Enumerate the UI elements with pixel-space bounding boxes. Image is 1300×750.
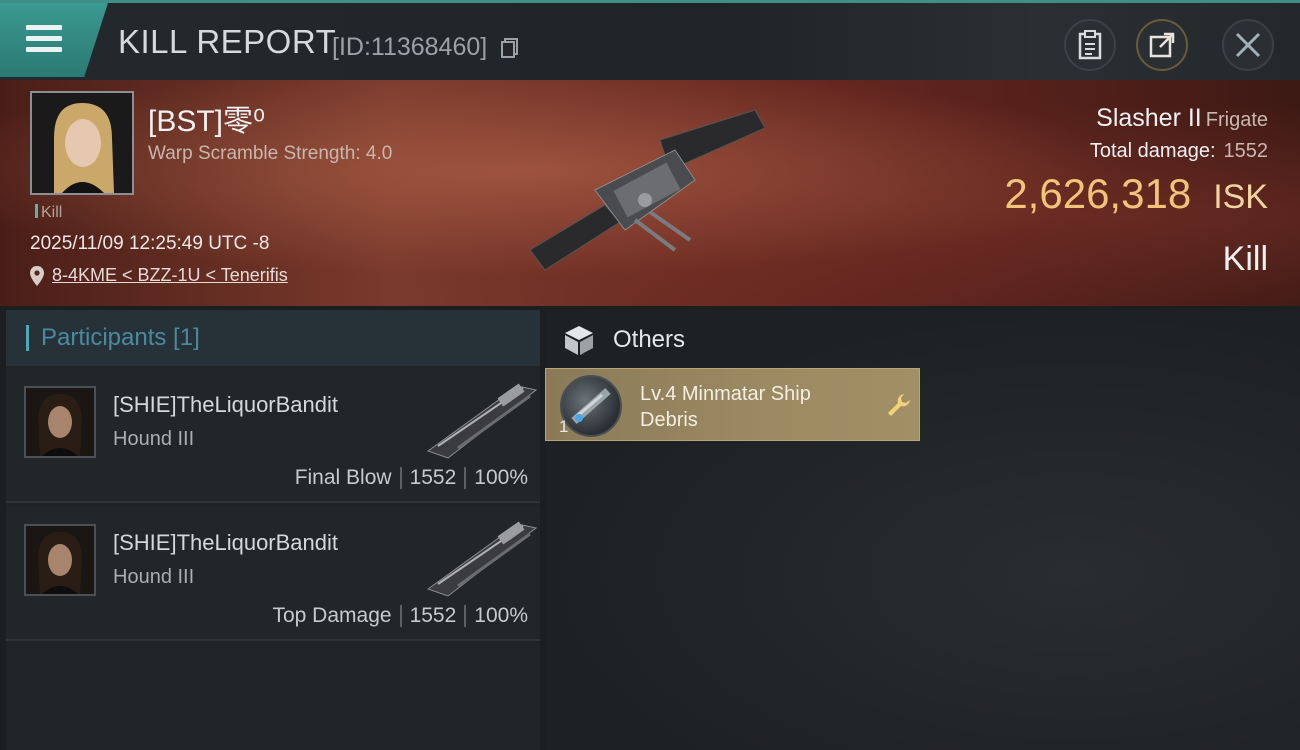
copy-icon[interactable] [500,37,520,59]
participant-ship-image [426,383,538,459]
wrench-icon[interactable] [886,392,912,418]
clipboard-icon [1078,30,1102,60]
top-bar: KILL REPORT [ID:11368460] [0,0,1300,80]
others-panel: Others 1 Lv.4 Minmatar Ship Debris [545,310,1300,750]
share-button[interactable] [1136,19,1188,71]
participant-stats: Final Blow 1552 100% [295,466,528,490]
kill-tag: Kill [35,204,62,222]
clipboard-button[interactable] [1064,19,1116,71]
divider [464,467,467,489]
close-button[interactable] [1222,19,1274,71]
total-damage-label: Total damage: [1089,140,1216,162]
participant-role: Top Damage [272,604,392,627]
divider [399,467,402,489]
report-id: [ID:11368460] [332,33,488,61]
participant-damage: 1552 [409,604,457,627]
item-quantity: 1 [559,417,569,436]
participant-role: Final Blow [294,466,392,489]
close-icon [1235,32,1261,58]
victim-ship-name: Slasher II Frigate [1096,104,1268,133]
isk-value-row: 2,626,318 ISK [1004,170,1268,218]
cube-icon [565,326,593,355]
divider [464,605,467,627]
divider [399,605,402,627]
total-damage-value: 1552 [1223,140,1269,162]
participant-name[interactable]: [SHIE]TheLiquorBandit [113,530,338,556]
page-title: KILL REPORT [118,23,337,60]
participant-name[interactable]: [SHIE]TheLiquorBandit [113,392,338,418]
debris-item-icon [560,375,622,437]
share-icon [1149,32,1175,58]
kill-location[interactable]: 8-4KME < BZZ-1U < Tenerifis [30,265,288,286]
loot-item[interactable]: 1 Lv.4 Minmatar Ship Debris [545,368,920,441]
menu-icon [26,25,62,53]
kill-datetime: 2025/11/09 12:25:49 UTC -8 [30,233,270,254]
isk-unit: ISK [1213,178,1268,216]
participant-percent: 100% [474,466,528,489]
warp-scramble-strength: Warp Scramble Strength: 4.0 [148,143,393,164]
participant-stats: Top Damage 1552 100% [272,604,528,628]
victim-pilot-name[interactable]: [BST]零⁰ [148,96,265,140]
location-pin-icon [30,265,44,286]
location-link[interactable]: 8-4KME < BZZ-1U < Tenerifis [52,265,288,286]
isk-value: 2,626,318 [1004,170,1192,217]
participants-title: Participants [1] [41,324,200,351]
participant-percent: 100% [474,604,528,627]
participant-row[interactable]: [SHIE]TheLiquorBandit Hound III Final Bl… [6,368,540,503]
participant-ship: Hound III [113,566,195,588]
participants-header[interactable]: Participants [1] [6,310,540,366]
participant-ship-image [426,521,538,597]
participants-panel: Participants [1] [SHIE]TheLiquorBandit H… [6,310,540,750]
others-title: Others [613,326,686,353]
victim-avatar[interactable] [30,91,134,195]
ship-class: Frigate [1205,109,1268,131]
victim-banner: [BST]零⁰ Warp Scramble Strength: 4.0 Kill… [0,80,1300,306]
kill-type-label: Kill [1222,240,1268,278]
participant-row[interactable]: [SHIE]TheLiquorBandit Hound III Top Dama… [6,506,540,641]
participant-avatar[interactable] [24,386,96,458]
item-name: Lv.4 Minmatar Ship Debris [640,383,811,431]
victim-ship-image [529,109,766,271]
ship-name: Slasher II [1096,104,1202,132]
others-header: Others [563,324,685,356]
participant-avatar[interactable] [24,524,96,596]
participant-damage: 1552 [409,466,457,489]
menu-button[interactable] [0,3,108,77]
participant-ship: Hound III [113,428,195,450]
total-damage: Total damage: 1552 [1090,140,1268,163]
